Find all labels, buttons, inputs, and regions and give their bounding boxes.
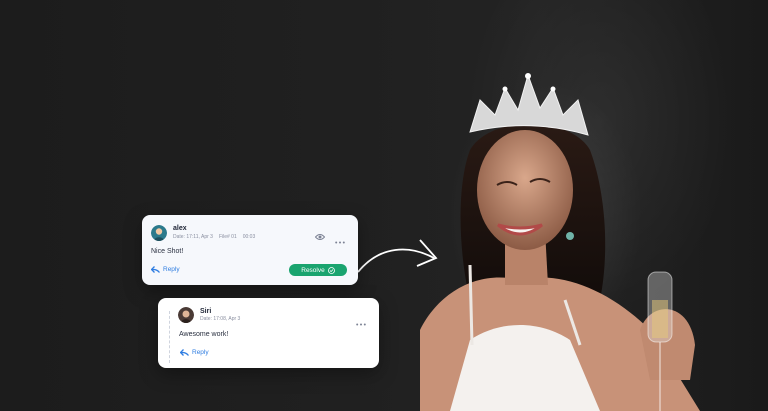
- comment-meta: Date: 17:11, Apr 3 File# 01 00:03: [173, 234, 261, 240]
- avatar-siri: [178, 307, 194, 323]
- reply-icon: [151, 266, 160, 273]
- reply-icon: [180, 349, 189, 356]
- check-circle-icon: [327, 266, 335, 274]
- resolve-button[interactable]: Resolve: [289, 264, 347, 276]
- reply-button[interactable]: Reply: [151, 266, 180, 273]
- comment-meta: Date: 17:08, Apr 3: [200, 316, 246, 322]
- comment-text: Awesome work!: [179, 331, 229, 338]
- reply-label: Reply: [192, 349, 209, 356]
- portrait-photo: [357, 73, 700, 411]
- comment-timestamp: 00:03: [242, 234, 256, 240]
- thread-line: [169, 311, 170, 363]
- reply-button[interactable]: Reply: [180, 349, 209, 356]
- eye-icon[interactable]: [314, 228, 326, 246]
- comment-author: alex: [173, 225, 187, 232]
- reply-label: Reply: [163, 266, 180, 273]
- comment-file: File# 01: [218, 234, 237, 240]
- resolve-label: Resolve: [301, 266, 325, 274]
- comment-date: Date: 17:08, Apr 3: [200, 316, 241, 322]
- more-options-icon[interactable]: [335, 231, 345, 249]
- comment-text: Nice Shot!: [151, 248, 184, 255]
- comment-author: Siri: [200, 308, 212, 315]
- more-options-icon[interactable]: [356, 313, 366, 331]
- avatar-alex: [151, 225, 167, 241]
- comment-date: Date: 17:11, Apr 3: [173, 234, 213, 240]
